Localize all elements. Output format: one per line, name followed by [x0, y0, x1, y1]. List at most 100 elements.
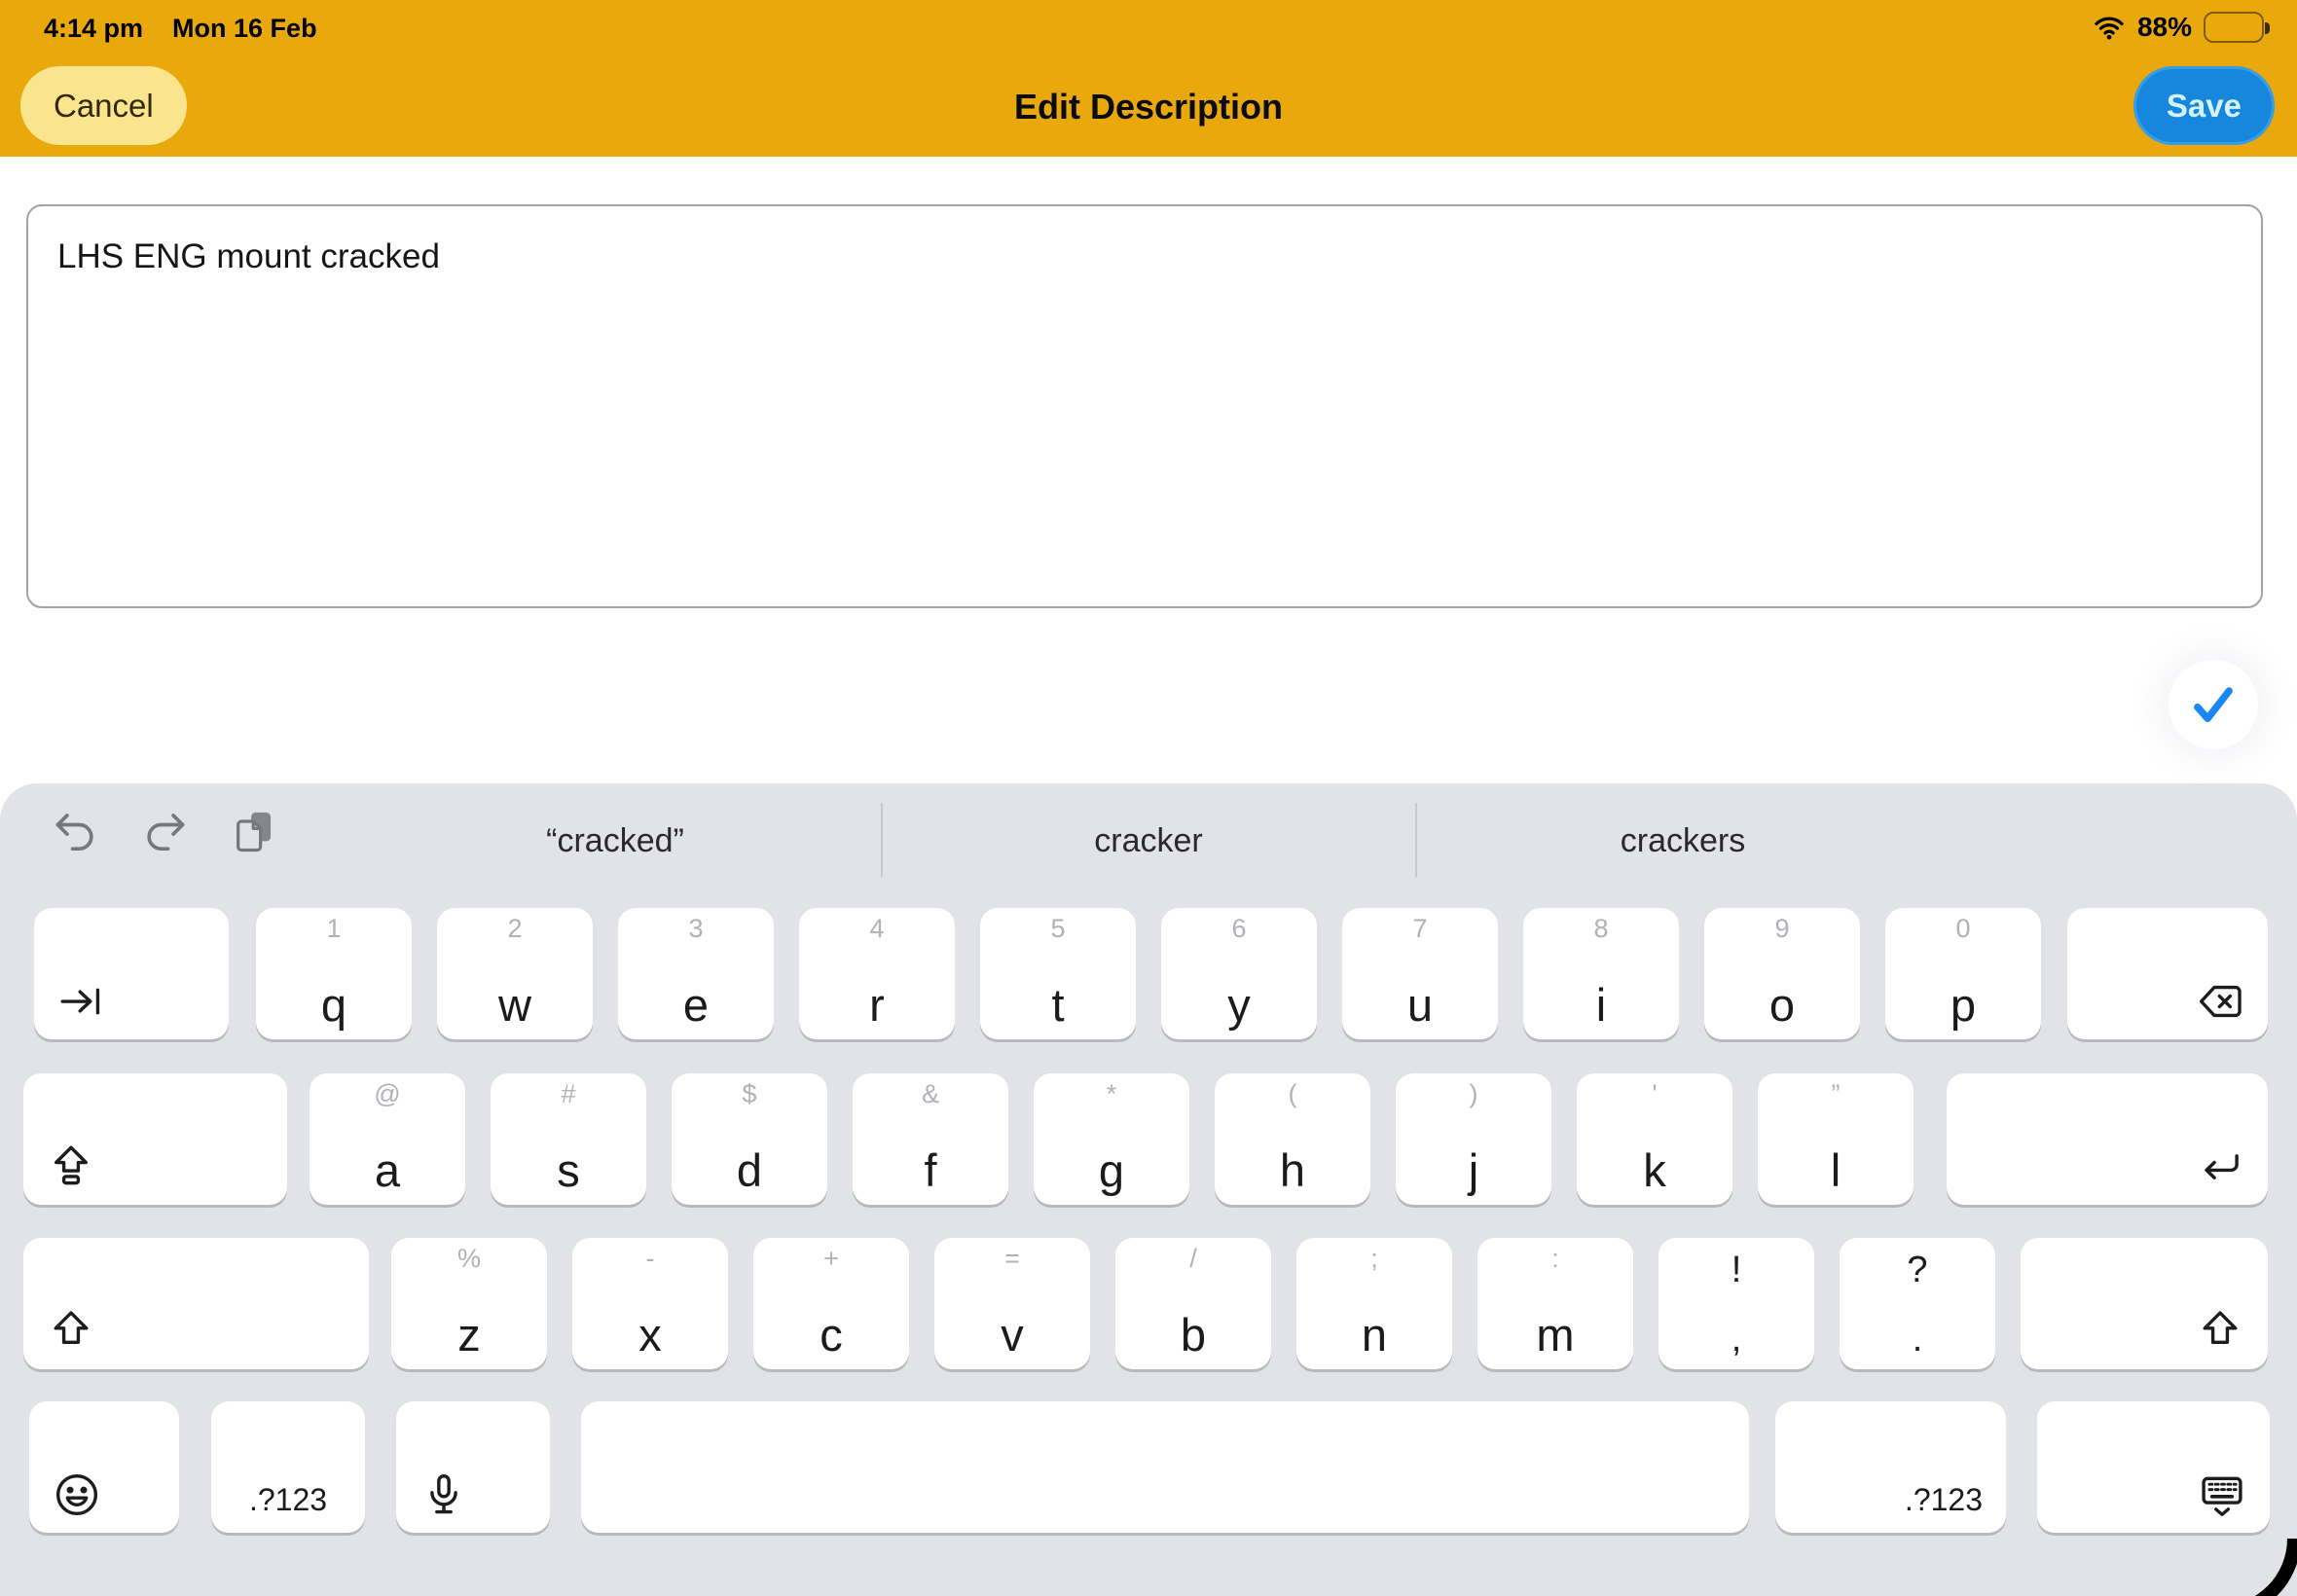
return-icon	[2194, 1141, 2246, 1193]
wifi-icon	[2093, 14, 2126, 41]
space-key[interactable]	[581, 1401, 1749, 1533]
key-label: .?123	[1905, 1484, 1983, 1515]
backspace-icon	[2194, 975, 2246, 1028]
key-label: n	[1296, 1312, 1452, 1358]
undo-button[interactable]	[46, 801, 106, 861]
key-label: a	[310, 1147, 465, 1193]
key-m[interactable]: :m	[1477, 1238, 1633, 1369]
key-label: g	[1034, 1147, 1189, 1193]
key-hint: 9	[1704, 916, 1860, 942]
key-g[interactable]: *g	[1034, 1073, 1189, 1205]
check-icon	[2188, 679, 2239, 730]
key-e[interactable]: 3e	[618, 908, 774, 1039]
key-label-secondary: ,	[1659, 1321, 1814, 1358]
keyboard-topbar: “cracked” cracker crackers	[0, 783, 2297, 908]
key-i[interactable]: 8i	[1523, 908, 1679, 1039]
key-hint: )	[1396, 1081, 1551, 1107]
key-hint: &	[853, 1081, 1008, 1107]
key-question-period[interactable]: ?.	[1840, 1238, 1995, 1369]
key-label: y	[1161, 982, 1317, 1028]
header: 4:14 pm Mon 16 Feb 88% Can	[0, 0, 2297, 157]
key-label: p	[1885, 982, 2041, 1028]
key-y[interactable]: 6y	[1161, 908, 1317, 1039]
key-label: .?123	[211, 1484, 365, 1515]
key-v[interactable]: =v	[934, 1238, 1090, 1369]
key-d[interactable]: $d	[672, 1073, 827, 1205]
suggestion-1[interactable]: “cracked”	[411, 807, 820, 875]
key-j[interactable]: )j	[1396, 1073, 1551, 1205]
key-hint: /	[1115, 1246, 1271, 1272]
key-w[interactable]: 2w	[437, 908, 593, 1039]
numbers-key-right[interactable]: .?123	[1775, 1401, 2006, 1533]
key-label: r	[799, 982, 955, 1028]
key-label: u	[1342, 982, 1498, 1028]
redo-button[interactable]	[134, 801, 195, 861]
key-label: t	[980, 982, 1136, 1028]
tab-icon	[55, 975, 108, 1028]
key-l[interactable]: ”l	[1758, 1073, 1914, 1205]
key-t[interactable]: 5t	[980, 908, 1136, 1039]
date: Mon 16 Feb	[172, 14, 317, 44]
key-c[interactable]: +c	[753, 1238, 909, 1369]
key-label: o	[1704, 982, 1860, 1028]
suggestion-3[interactable]: crackers	[1478, 807, 1887, 875]
dictation-key[interactable]	[396, 1401, 550, 1533]
edit-description-screen: 4:14 pm Mon 16 Feb 88% Can	[0, 0, 2297, 1596]
key-o[interactable]: 9o	[1704, 908, 1860, 1039]
key-p[interactable]: 0p	[1885, 908, 2041, 1039]
key-q[interactable]: 1q	[256, 908, 412, 1039]
caps-icon	[45, 1141, 97, 1193]
key-b[interactable]: /b	[1115, 1238, 1271, 1369]
status-right: 88%	[2093, 12, 2264, 43]
key-hint: *	[1034, 1081, 1189, 1107]
suggestion-2[interactable]: cracker	[944, 807, 1353, 875]
key-x[interactable]: -x	[572, 1238, 728, 1369]
save-button[interactable]: Save	[2133, 66, 2275, 145]
key-f[interactable]: &f	[853, 1073, 1008, 1205]
key-label: c	[753, 1312, 909, 1358]
onscreen-keyboard: “cracked”crackercrackers 1q2w3e4r5t6y7u8…	[0, 783, 2297, 1596]
return-key[interactable]	[1947, 1073, 2268, 1205]
emoji-key[interactable]	[29, 1401, 179, 1533]
key-label: h	[1215, 1147, 1370, 1193]
key-exclaim-comma[interactable]: !,	[1659, 1238, 1814, 1369]
key-hint: -	[572, 1246, 728, 1272]
key-label: s	[491, 1147, 646, 1193]
suggestion-divider	[881, 803, 883, 877]
delete-key[interactable]	[2067, 908, 2268, 1039]
key-r[interactable]: 4r	[799, 908, 955, 1039]
key-label: z	[391, 1312, 547, 1358]
shift-left-key[interactable]	[23, 1238, 369, 1369]
undo-icon	[51, 806, 101, 856]
key-k[interactable]: 'k	[1577, 1073, 1732, 1205]
key-label: f	[853, 1147, 1008, 1193]
done-check-button[interactable]	[2169, 660, 2258, 749]
key-s[interactable]: #s	[491, 1073, 646, 1205]
key-hint: :	[1477, 1246, 1633, 1272]
key-label: w	[437, 982, 593, 1028]
description-textarea[interactable]: LHS ENG mount cracked	[26, 204, 2263, 608]
emoji-icon	[51, 1469, 103, 1521]
tab-key[interactable]	[34, 908, 229, 1039]
shift-right-key[interactable]	[2021, 1238, 2268, 1369]
clock: 4:14 pm	[44, 14, 143, 44]
key-label: i	[1523, 982, 1679, 1028]
numbers-key-left[interactable]: .?123	[211, 1401, 365, 1533]
key-label-secondary: .	[1840, 1321, 1995, 1358]
key-label: b	[1115, 1312, 1271, 1358]
key-h[interactable]: (h	[1215, 1073, 1370, 1205]
capslock-key[interactable]	[23, 1073, 287, 1205]
key-hint: 2	[437, 916, 593, 942]
key-hint: @	[310, 1081, 465, 1107]
status-left: 4:14 pm Mon 16 Feb	[44, 14, 317, 44]
nav-bar: Cancel Edit Description Save	[0, 61, 2297, 157]
key-hint: +	[753, 1246, 909, 1272]
key-n[interactable]: ;n	[1296, 1238, 1452, 1369]
key-z[interactable]: %z	[391, 1238, 547, 1369]
key-hint: 7	[1342, 916, 1498, 942]
key-hint: ”	[1758, 1081, 1914, 1107]
paste-button[interactable]	[225, 801, 285, 861]
key-a[interactable]: @a	[310, 1073, 465, 1205]
key-u[interactable]: 7u	[1342, 908, 1498, 1039]
suggestion-divider	[1415, 803, 1417, 877]
